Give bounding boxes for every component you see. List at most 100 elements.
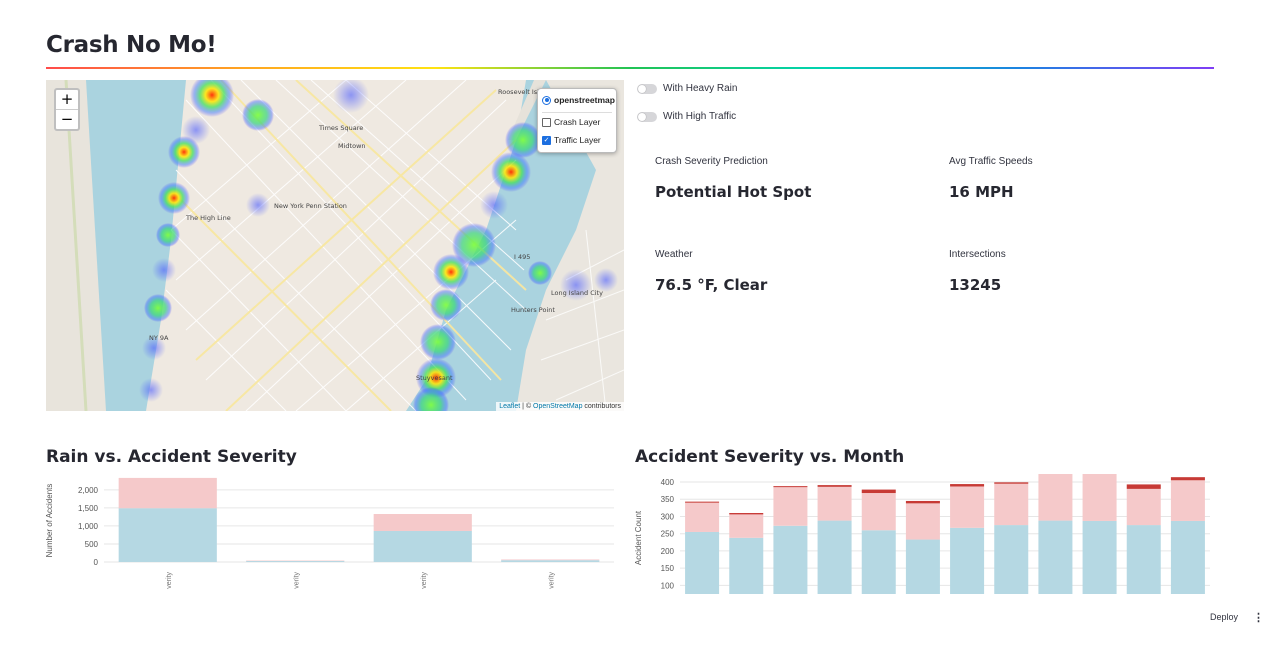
metric-value: 76.5 °F, Clear: [655, 276, 768, 294]
zoom-in-button[interactable]: +: [56, 90, 78, 110]
x-tick-label: verity: [548, 572, 555, 589]
osm-link[interactable]: OpenStreetMap: [533, 403, 582, 410]
y-axis-label: Accident Count: [634, 510, 643, 565]
bar-segment[interactable]: [1038, 474, 1073, 521]
leaflet-link[interactable]: Leaflet: [499, 403, 520, 410]
bar-segment[interactable]: [994, 525, 1029, 594]
main-menu-icon[interactable]: ⋮: [1253, 611, 1264, 624]
y-tick-label: 150: [661, 564, 675, 573]
bar-segment[interactable]: [861, 530, 896, 594]
y-axis-label: Number of Accidents: [45, 484, 54, 558]
layer-option-crash[interactable]: Crash Layer: [542, 117, 600, 127]
layer-label: Crash Layer: [554, 117, 601, 127]
bar-segment[interactable]: [817, 485, 852, 487]
page-title: Crash No Mo!: [46, 32, 217, 58]
bar-segment[interactable]: [905, 539, 940, 594]
bar-segment[interactable]: [1170, 480, 1205, 521]
bar-segment[interactable]: [501, 560, 600, 562]
bar-segment[interactable]: [118, 477, 217, 509]
bar-segment[interactable]: [246, 560, 345, 562]
place-label: NY 9A: [149, 334, 169, 342]
x-tick-label: verity: [166, 572, 173, 589]
title-divider: [46, 67, 1214, 69]
attribution-separator: | ©: [520, 403, 534, 410]
metric-label: Crash Severity Prediction: [655, 156, 768, 167]
bar-segment[interactable]: [373, 514, 472, 531]
toggle-switch[interactable]: [637, 83, 657, 94]
bar-segment[interactable]: [1126, 525, 1161, 594]
bar-segment[interactable]: [1126, 488, 1161, 526]
map-attribution: Leaflet | © OpenStreetMap contributors: [496, 402, 624, 411]
metric-value: 13245: [949, 276, 1002, 294]
place-label: New York Penn Station: [274, 202, 347, 210]
toggle-label: With High Traffic: [663, 111, 737, 122]
bar-segment[interactable]: [905, 503, 940, 540]
chart-title-month: Accident Severity vs. Month: [635, 447, 905, 467]
bar-segment[interactable]: [994, 482, 1029, 484]
bar-segment[interactable]: [773, 525, 808, 594]
bar-segment[interactable]: [685, 502, 720, 532]
bar-segment[interactable]: [950, 527, 985, 594]
radio-icon[interactable]: [542, 95, 551, 105]
y-tick-label: 500: [85, 540, 99, 549]
metric-value: Potential Hot Spot: [655, 183, 812, 201]
deploy-button[interactable]: Deploy: [1210, 612, 1238, 622]
metric-label: Avg Traffic Speeds: [949, 156, 1033, 167]
toggle-high-traffic[interactable]: With High Traffic: [637, 111, 736, 122]
x-tick-label: verity: [421, 572, 428, 589]
bar-segment[interactable]: [1082, 474, 1117, 521]
layer-separator: [542, 112, 612, 113]
bar-segment[interactable]: [905, 500, 940, 504]
layer-option-openstreetmap[interactable]: openstreetmap: [542, 95, 615, 105]
checkbox-icon[interactable]: [542, 117, 551, 127]
y-tick-label: 400: [661, 478, 675, 487]
bar-segment[interactable]: [685, 531, 720, 594]
toggle-heavy-rain[interactable]: With Heavy Rain: [637, 83, 737, 94]
y-tick-label: 350: [661, 495, 675, 504]
metric-intersections: Intersections 13245: [949, 249, 1006, 294]
metric-weather: Weather 76.5 °F, Clear: [655, 249, 767, 294]
bar-segment[interactable]: [773, 487, 808, 526]
place-label: Times Square: [318, 124, 363, 132]
place-label: Midtown: [338, 142, 366, 150]
bar-segment[interactable]: [950, 484, 985, 487]
metric-label: Intersections: [949, 249, 1006, 260]
bar-segment[interactable]: [1038, 520, 1073, 594]
toggle-switch[interactable]: [637, 111, 657, 122]
bar-segment[interactable]: [118, 508, 217, 562]
bar-segment[interactable]: [246, 560, 345, 562]
layer-label: Traffic Layer: [554, 135, 601, 145]
bar-segment[interactable]: [1082, 520, 1117, 594]
y-tick-label: 2,000: [78, 486, 99, 495]
bar-segment[interactable]: [817, 486, 852, 521]
metric-label: Weather: [655, 249, 693, 260]
layer-control: openstreetmap Crash Layer ✓ Traffic Laye…: [537, 88, 617, 153]
bar-segment[interactable]: [729, 537, 764, 594]
heatmap-map[interactable]: Times Square Midtown New York Penn Stati…: [46, 80, 624, 411]
bar-segment[interactable]: [861, 489, 896, 494]
bar-segment[interactable]: [1170, 477, 1205, 481]
bar-segment[interactable]: [994, 483, 1029, 526]
chart-title-rain: Rain vs. Accident Severity: [46, 447, 297, 467]
bar-segment[interactable]: [817, 520, 852, 594]
y-tick-label: 300: [661, 512, 675, 521]
place-label: I 495: [514, 253, 530, 261]
bar-segment[interactable]: [861, 493, 896, 531]
bar-segment[interactable]: [501, 559, 600, 561]
bar-segment[interactable]: [773, 486, 808, 488]
zoom-out-button[interactable]: −: [56, 110, 78, 129]
bar-segment[interactable]: [1126, 484, 1161, 489]
bar-segment[interactable]: [950, 486, 985, 528]
place-label: The High Line: [185, 214, 231, 222]
layer-option-traffic[interactable]: ✓ Traffic Layer: [542, 135, 601, 145]
x-tick-label: verity: [293, 572, 300, 589]
checkbox-checked-icon[interactable]: ✓: [542, 135, 551, 145]
bar-segment[interactable]: [685, 501, 720, 503]
layer-label: openstreetmap: [554, 95, 615, 105]
bar-segment[interactable]: [1170, 520, 1205, 594]
bar-segment[interactable]: [373, 530, 472, 562]
bar-segment[interactable]: [729, 514, 764, 538]
y-tick-label: 250: [661, 530, 675, 539]
place-label: Hunters Point: [511, 306, 555, 314]
bar-segment[interactable]: [729, 513, 764, 515]
